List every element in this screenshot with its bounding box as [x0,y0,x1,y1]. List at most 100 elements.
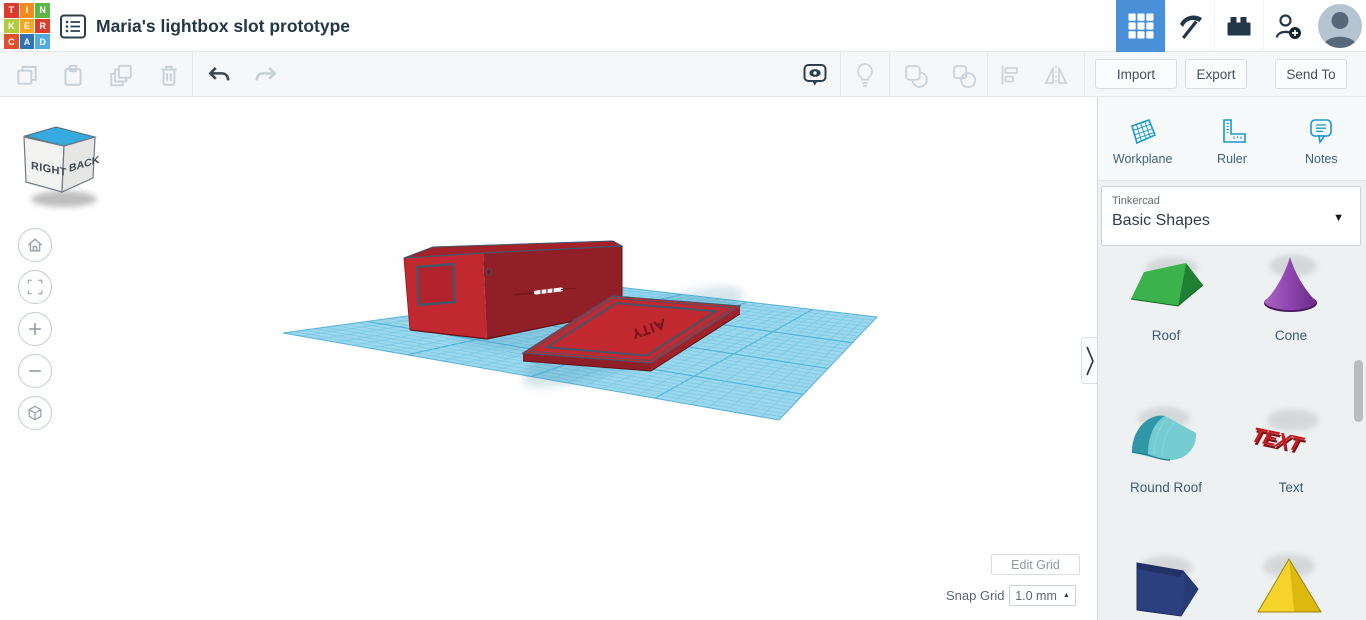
caret-up-icon: ▲ [1062,592,1070,599]
roof-shape-icon [1130,257,1204,307]
perspective-toggle-button[interactable] [18,396,52,430]
workplane-tool-label: Workplane [1112,151,1173,166]
mirror-button[interactable] [1040,60,1070,90]
logo-letter: A [19,34,35,49]
shape-label: Cone [1274,328,1308,343]
avatar[interactable] [1318,4,1362,48]
fit-view-icon [27,279,43,295]
view-cube-shadow [31,191,97,207]
notes-tool-label: Notes [1304,151,1338,166]
dashboard-button[interactable] [1116,0,1165,52]
invite-people-button[interactable] [1263,0,1312,52]
ungroup-button[interactable] [948,60,978,90]
polygon-shape-icon [1136,556,1199,617]
paste-button[interactable] [58,60,88,90]
pickaxe-icon [1180,15,1202,39]
ungroup-icon [952,64,976,88]
shapes-panel: Workplane Ruler Notes Tinkercad Basic Sh… [1097,97,1366,620]
panel-scrollbar[interactable] [1354,360,1363,422]
invite-person-icon [1275,14,1301,39]
shape-label: Round Roof [1129,480,1203,495]
shape-gallery: Roof Cone Round Roof TEXT TEXT Text [1098,250,1366,620]
collapse-panel-toggle[interactable] [1081,337,1097,384]
logo-letter: R [35,18,50,34]
zoom-in-button[interactable] [18,312,52,346]
text-shape-icon: TEXT TEXT [1249,409,1319,458]
shape-tile-roof[interactable]: Roof [1111,250,1221,343]
workplane-tool[interactable]: Workplane [1098,97,1187,180]
notes-tool[interactable]: Notes [1277,97,1366,180]
shape-label: Roof [1151,328,1181,343]
delete-button[interactable] [154,60,184,90]
edit-grid-button[interactable]: Edit Grid [991,554,1080,575]
paste-icon [64,64,82,86]
shape-tile-cone[interactable]: Cone [1236,250,1346,343]
list-icon [59,14,86,38]
workplane-icon [1130,118,1156,144]
view-cube[interactable]: RIGHT BACK [16,123,108,211]
copy-icon [17,65,37,85]
duplicate-button[interactable] [106,60,136,90]
home-icon [27,238,43,252]
snap-grid-select[interactable]: 1.0 mm ▲ [1009,585,1076,606]
tinkercad-logo[interactable]: T I N K E R C A D [4,3,50,49]
shape-tile-text[interactable]: TEXT TEXT Text [1236,402,1346,495]
panel-tools: Workplane Ruler Notes [1098,97,1366,181]
redo-button[interactable] [251,60,281,90]
duplicate-icon [110,64,132,87]
dashboard-grid-icon [1128,13,1153,39]
undo-button[interactable] [204,60,234,90]
send-to-button[interactable]: Send To [1275,59,1347,89]
minus-icon [29,370,41,372]
header: T I N K E R C A D Maria's lightbox slot … [0,0,1366,52]
align-icon [1001,65,1018,85]
library-vendor: Tinkercad [1112,195,1160,207]
lightbulb-icon [857,63,873,87]
shape-tile-polygon[interactable] [1111,550,1221,620]
chevron-right-icon [1085,346,1094,375]
home-view-button[interactable] [18,228,52,262]
lightbulb-button[interactable] [850,60,880,90]
zoom-out-button[interactable] [18,354,52,388]
logo-letter: K [4,18,19,34]
design-title[interactable]: Maria's lightbox slot prototype [96,0,350,52]
logo-letter: E [19,18,35,34]
shape-tile-pyramid[interactable] [1236,550,1346,620]
show-notes-button[interactable] [800,60,830,90]
notes-icon [1310,118,1333,144]
brick-export-button[interactable] [1214,0,1263,52]
ruler-tool[interactable]: Ruler [1187,97,1276,180]
toolbar-separator [1084,52,1085,96]
ruler-tool-label: Ruler [1217,151,1247,166]
copy-button[interactable] [12,60,42,90]
align-button[interactable] [994,60,1024,90]
snap-grid-label: Snap Grid [946,588,1005,603]
round-roof-shape-icon [1131,407,1197,461]
toolbar-separator [987,52,988,96]
notes-visibility-icon [803,64,827,86]
plus-icon [29,323,41,335]
export-button[interactable]: Export [1185,59,1247,89]
tinkercad-app: T I N K E R C A D Maria's lightbox slot … [0,0,1366,620]
toolbar-separator [192,52,193,96]
toolbar-separator [889,52,890,96]
logo-letter: N [35,3,50,18]
undo-icon [208,67,230,81]
fit-view-button[interactable] [18,270,52,304]
design-properties-button[interactable] [58,12,87,40]
pyramid-shape-icon [1257,554,1322,613]
box-hole [485,268,493,276]
design-canvas[interactable]: RIGHT BACK Edit Grid Snap Grid 1.0 mm ▲ [0,97,1097,620]
shape-library-select[interactable]: Tinkercad Basic Shapes ▼ [1101,186,1361,246]
toolbar: Import Export Send To [0,52,1366,97]
redo-icon [255,67,277,81]
ruler-icon [1223,118,1246,143]
shape-label: Text [1278,480,1304,495]
logo-letter: C [4,34,19,49]
group-button[interactable] [900,60,930,90]
minecraft-export-button[interactable] [1165,0,1214,52]
shape-tile-round-roof[interactable]: Round Roof [1111,402,1221,495]
import-button[interactable]: Import [1095,59,1177,89]
scene-3d[interactable] [0,97,1097,620]
avatar-silhouette-icon [1323,12,1357,48]
